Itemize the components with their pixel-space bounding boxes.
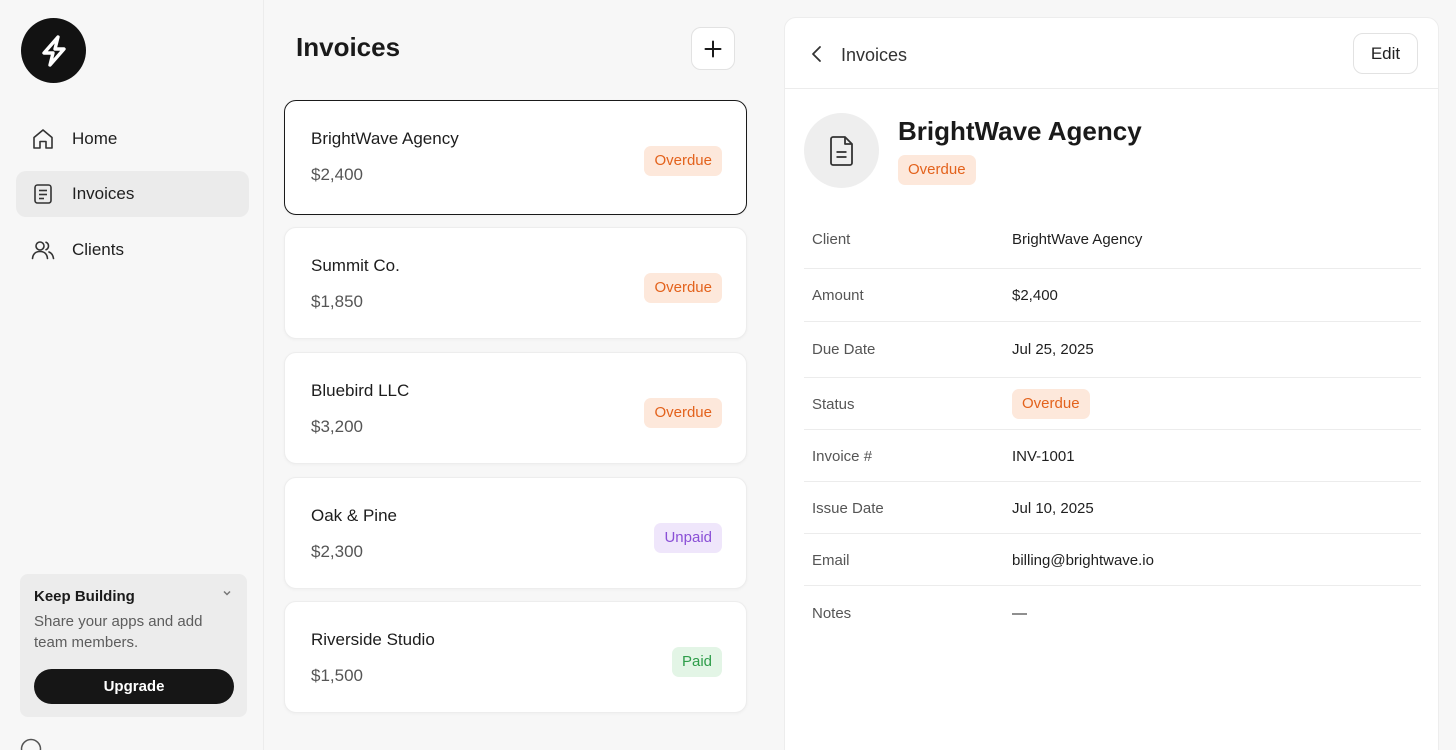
sidebar-item-label: Home (72, 129, 118, 148)
sidebar: Home Invoices Clients Keep Building Shar… (0, 0, 264, 750)
status-badge: Paid (671, 647, 722, 677)
field-value: Jul 25, 2025 (1012, 341, 1094, 358)
chevron-down-icon[interactable] (221, 586, 233, 604)
detail-header: Invoices Edit (785, 18, 1438, 89)
field-value: INV-1001 (1012, 448, 1075, 465)
add-invoice-button[interactable] (691, 27, 735, 70)
field-value: — (1012, 605, 1027, 622)
document-icon (829, 135, 853, 166)
field-row-issue-date: Issue Date Jul 10, 2025 (804, 482, 1421, 534)
status-badge: Overdue (898, 155, 976, 185)
invoice-amount: $2,400 (311, 165, 363, 184)
sidebar-item-invoices[interactable]: Invoices (16, 171, 249, 217)
detail-title: BrightWave Agency (898, 116, 1142, 146)
field-row-status: Status Overdue (804, 378, 1421, 430)
users-icon (30, 237, 56, 263)
home-icon (30, 126, 56, 152)
field-value: Jul 10, 2025 (1012, 500, 1094, 517)
field-label: Due Date (812, 341, 876, 358)
field-value[interactable]: billing@brightwave.io (1012, 552, 1154, 569)
field-label: Client (812, 231, 851, 248)
field-value: BrightWave Agency (1012, 231, 1143, 248)
field-row-amount: Amount $2,400 (804, 269, 1421, 322)
back-link[interactable]: Invoices (841, 45, 907, 66)
chevron-left-icon[interactable] (809, 44, 825, 69)
invoice-card[interactable]: Oak & Pine $2,300 Unpaid (284, 477, 747, 589)
field-row-invoice-number: Invoice # INV-1001 (804, 430, 1421, 482)
sidebar-item-label: Clients (72, 240, 124, 259)
promo-description: Share your apps and add team members. (34, 613, 203, 651)
field-label: Issue Date (812, 500, 884, 517)
status-badge: Overdue (644, 398, 722, 428)
field-row-due-date: Due Date Jul 25, 2025 (804, 322, 1421, 378)
invoice-detail-panel: Invoices Edit BrightWave Agency Overdue … (784, 17, 1439, 750)
plus-icon (704, 40, 722, 57)
field-label: Notes (812, 605, 852, 622)
page-title: Invoices (296, 32, 401, 62)
status-badge: Overdue (1012, 389, 1090, 419)
upgrade-button[interactable]: Upgrade (34, 669, 234, 704)
invoice-card[interactable]: Riverside Studio $1,500 Paid (284, 601, 747, 713)
field-label: Email (812, 552, 850, 569)
field-value: $2,400 (1012, 287, 1058, 304)
field-row-email: Email billing@brightwave.io (804, 534, 1421, 586)
invoice-amount: $1,850 (311, 292, 363, 311)
field-row-notes: Notes — (804, 586, 1421, 638)
invoice-client-name: Riverside Studio (311, 630, 435, 649)
upgrade-promo-card: Keep Building Share your apps and add te… (20, 574, 247, 717)
invoice-client-name: Summit Co. (311, 256, 400, 275)
invoice-amount: $2,300 (311, 542, 363, 561)
promo-title: Keep Building (34, 588, 135, 605)
app-logo[interactable] (21, 18, 86, 83)
invoice-card[interactable]: Summit Co. $1,850 Overdue (284, 227, 747, 339)
bolt-icon (41, 34, 66, 67)
field-value: Overdue (1012, 389, 1090, 426)
field-label: Amount (812, 287, 864, 304)
field-row-client: Client BrightWave Agency (804, 214, 1421, 269)
edit-button[interactable]: Edit (1353, 33, 1418, 74)
help-icon[interactable] (20, 738, 42, 750)
invoice-client-name: Oak & Pine (311, 506, 397, 525)
sidebar-item-label: Invoices (72, 184, 135, 203)
invoice-client-name: BrightWave Agency (311, 129, 459, 148)
invoice-amount: $3,200 (311, 417, 363, 436)
sidebar-item-home[interactable]: Home (16, 116, 249, 162)
sidebar-item-clients[interactable]: Clients (16, 227, 249, 273)
invoice-client-name: Bluebird LLC (311, 381, 410, 400)
invoice-card-selected[interactable]: BrightWave Agency $2,400 Overdue (284, 100, 747, 215)
invoice-card[interactable]: Bluebird LLC $3,200 Overdue (284, 352, 747, 464)
invoice-avatar (804, 113, 879, 188)
status-badge: Overdue (644, 146, 722, 176)
invoice-icon (30, 181, 56, 207)
status-badge: Overdue (644, 273, 722, 303)
invoice-amount: $1,500 (311, 666, 363, 685)
field-label: Status (812, 396, 855, 413)
field-label: Invoice # (812, 448, 873, 465)
status-badge: Unpaid (654, 523, 722, 553)
